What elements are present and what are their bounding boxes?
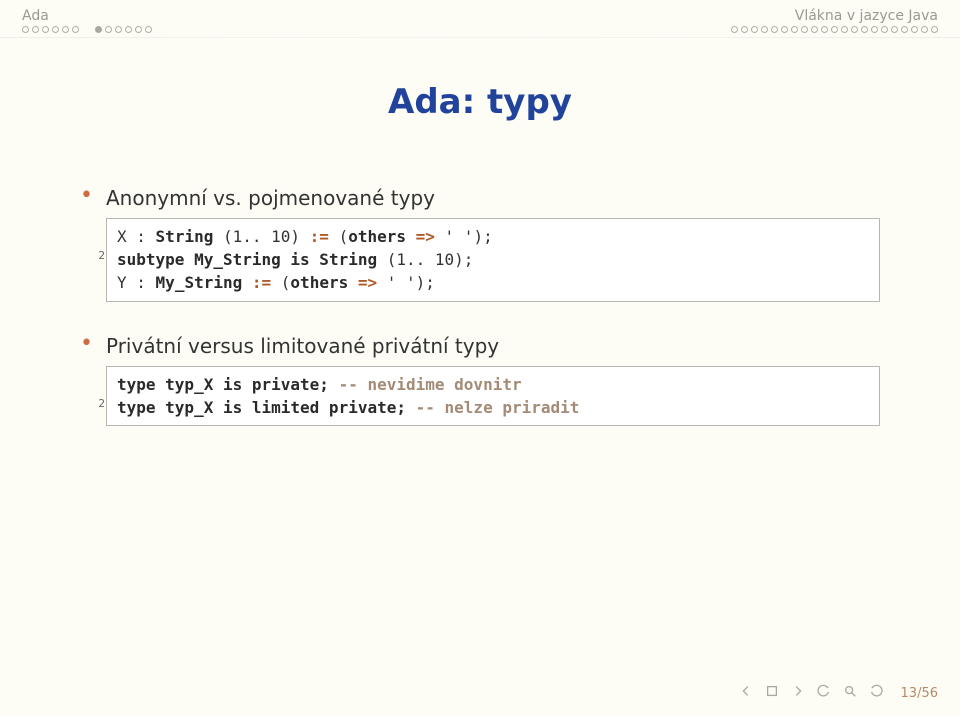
header-section-right: Vlákna v jazyce Java [795,8,938,24]
line-number-2: 2 [93,249,105,262]
slide-title: Ada: typy [0,82,960,122]
nav-fullscreen-icon[interactable] [765,684,779,702]
line-number-2: 2 [93,397,105,410]
bullet-private-vs-limited: Privátní versus limitované privátní typy [80,334,880,358]
page-number: 13/56 [901,686,938,701]
code-block-2: 2 type typ_X is private; -- nevidime dov… [106,366,880,426]
progress-dots-left-2 [95,26,152,33]
bullet-anonymous-vs-named: Anonymní vs. pojmenované typy [80,186,880,210]
progress-dots-left-1 [22,26,79,33]
progress-dots-row [0,26,960,37]
nav-next-icon[interactable] [791,684,805,702]
progress-dots-right [731,26,938,33]
nav-undo-icon[interactable] [817,684,831,702]
nav-prev-icon[interactable] [739,684,753,702]
code-block-1: 2 X : String (1.. 10) := (others => ' ')… [106,218,880,302]
header-section-left: Ada [22,8,49,24]
slide-nav-controls[interactable] [739,684,883,702]
nav-search-icon[interactable] [843,684,857,702]
header-separator [0,37,960,38]
nav-redo-icon[interactable] [869,684,883,702]
